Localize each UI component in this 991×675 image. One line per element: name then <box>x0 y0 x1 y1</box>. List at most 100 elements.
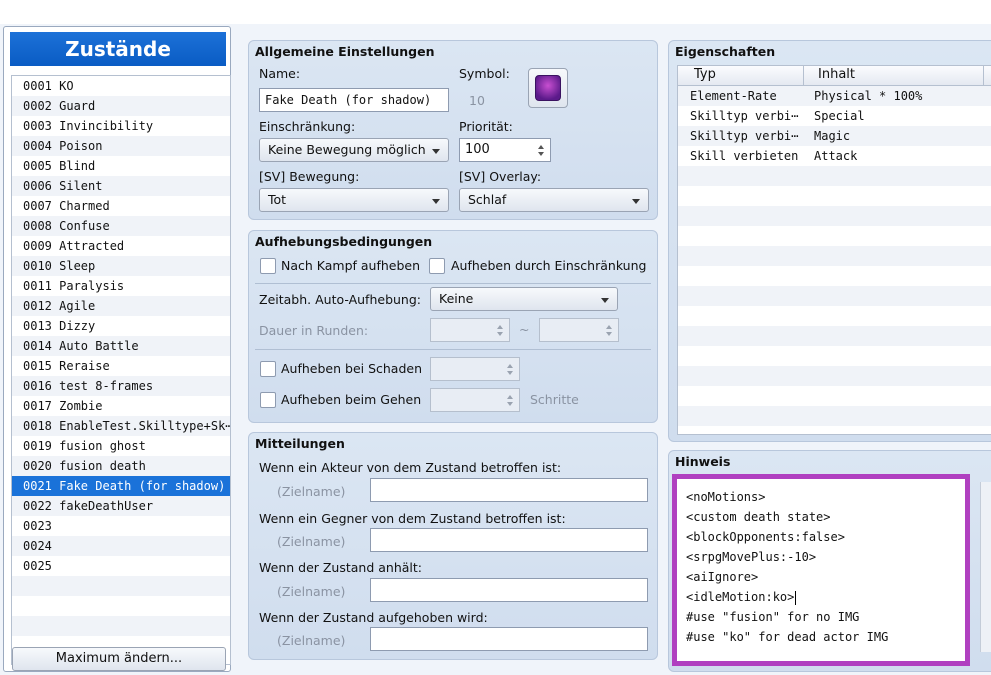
state-list-item[interactable]: 0013 Dizzy <box>12 316 230 336</box>
remove-by-damage-checkbox[interactable] <box>260 361 276 377</box>
remove-by-walking-checkbox[interactable] <box>260 392 276 408</box>
walking-steps-stepper[interactable] <box>430 388 520 412</box>
priority-value: 100 <box>465 142 490 157</box>
stepper-up-icon <box>507 364 513 368</box>
remove-after-battle-label[interactable]: Nach Kampf aufheben <box>281 258 420 273</box>
table-row[interactable] <box>678 286 991 306</box>
trait-type-cell: Skill verbieten <box>690 149 799 163</box>
state-list-item[interactable]: 0018 EnableTest.Skilltype+Sk⋯ <box>12 416 230 436</box>
table-row[interactable]: Skill verbieten Attack <box>678 146 991 166</box>
trait-type-cell: Skilltyp verbi⋯ <box>690 109 799 123</box>
sv-overlay-select[interactable]: Schlaf <box>459 188 649 212</box>
table-row[interactable]: Skilltyp verbi⋯ Magic <box>678 126 991 146</box>
table-row[interactable] <box>678 206 991 226</box>
traits-title: Eigenschaften <box>675 44 776 59</box>
sv-overlay-label: [SV] Overlay: <box>459 169 542 184</box>
note-scrollbar[interactable] <box>980 482 991 652</box>
stepper-up-icon[interactable] <box>538 145 544 149</box>
state-list-item[interactable] <box>12 596 230 616</box>
restriction-select[interactable]: Keine Bewegung möglich <box>259 138 449 162</box>
general-settings-group: Allgemeine Einstellungen Name: Fake Deat… <box>248 40 658 220</box>
note-textarea[interactable]: <noMotions> <custom death state> <blockOpp… <box>672 474 970 666</box>
state-list-item[interactable]: 0022 fakeDeathUser <box>12 496 230 516</box>
symbol-picker-button[interactable] <box>528 68 568 108</box>
state-list-item[interactable]: 0004 Poison <box>12 136 230 156</box>
state-list-item[interactable]: 0003 Invincibility <box>12 116 230 136</box>
table-row[interactable] <box>678 346 991 366</box>
state-list-item[interactable]: 0006 Silent <box>12 176 230 196</box>
state-list-item[interactable] <box>12 616 230 636</box>
duration-max-stepper[interactable] <box>539 318 619 342</box>
stepper-down-icon[interactable] <box>538 152 544 156</box>
stepper-up-icon <box>507 395 513 399</box>
trait-content-cell: Attack <box>814 149 858 163</box>
trait-type-cell: Skilltyp verbi⋯ <box>690 129 799 143</box>
sv-motion-select[interactable]: Tot <box>259 188 449 212</box>
chevron-down-icon <box>601 298 609 303</box>
state-list-item[interactable]: 0023 <box>12 516 230 536</box>
table-row[interactable] <box>678 246 991 266</box>
state-list-item[interactable]: 0012 Agile <box>12 296 230 316</box>
duration-min-stepper[interactable] <box>430 318 510 342</box>
name-input[interactable]: Fake Death (for shadow) <box>259 88 449 112</box>
state-list-item[interactable] <box>12 576 230 596</box>
table-row[interactable] <box>678 226 991 246</box>
traits-table[interactable]: Typ Inhalt Element-Rate Physical * 100% Sk… <box>677 65 991 435</box>
persist-target-name-label: (Zielname) <box>277 584 346 599</box>
sv-motion-value: Tot <box>268 192 287 207</box>
column-type[interactable]: Typ <box>694 67 716 82</box>
chevron-down-icon <box>432 149 440 154</box>
table-row[interactable] <box>678 326 991 346</box>
state-list-item[interactable]: 0009 Attracted <box>12 236 230 256</box>
state-list-item[interactable]: 0011 Paralysis <box>12 276 230 296</box>
actor-message-input[interactable] <box>370 478 648 502</box>
priority-stepper[interactable]: 100 <box>459 138 551 162</box>
enemy-message-input[interactable] <box>370 528 648 552</box>
table-row[interactable] <box>678 366 991 386</box>
auto-removal-select[interactable]: Keine <box>430 287 618 311</box>
states-panel-title: Zustände <box>10 32 226 66</box>
state-list-item[interactable]: 0016 test 8-frames <box>12 376 230 396</box>
remove-by-damage-label[interactable]: Aufheben bei Schaden <box>281 361 422 376</box>
state-list-item[interactable]: 0015 Reraise <box>12 356 230 376</box>
state-list-item[interactable]: 0019 fusion ghost <box>12 436 230 456</box>
state-list-item[interactable]: 0020 fusion death <box>12 456 230 476</box>
table-row[interactable] <box>678 386 991 406</box>
table-row[interactable] <box>678 406 991 426</box>
restriction-label: Einschränkung: <box>259 119 356 134</box>
divider <box>255 283 651 284</box>
remove-by-restriction-label[interactable]: Aufheben durch Einschränkung <box>451 258 646 273</box>
state-list-item[interactable]: 0010 Sleep <box>12 256 230 276</box>
table-row[interactable] <box>678 166 991 186</box>
states-list[interactable]: 0001 KO 0002 Guard 0003 Invincibility 0004 … <box>11 75 231 665</box>
state-list-item[interactable]: 0002 Guard <box>12 96 230 116</box>
column-content[interactable]: Inhalt <box>818 67 855 82</box>
actor-target-name-label: (Zielname) <box>277 484 346 499</box>
table-row[interactable] <box>678 266 991 286</box>
note-title: Hinweis <box>675 454 731 469</box>
column-divider <box>803 66 804 86</box>
damage-percent-stepper[interactable] <box>430 357 520 381</box>
state-list-item[interactable]: 0007 Charmed <box>12 196 230 216</box>
remove-by-restriction-checkbox[interactable] <box>429 258 445 274</box>
remove-after-battle-checkbox[interactable] <box>260 258 276 274</box>
state-list-item[interactable]: 0017 Zombie <box>12 396 230 416</box>
state-list-item[interactable]: 0005 Blind <box>12 156 230 176</box>
remove-by-walking-label[interactable]: Aufheben beim Gehen <box>281 392 421 407</box>
removed-message-input[interactable] <box>370 627 648 651</box>
state-list-item[interactable]: 0014 Auto Battle <box>12 336 230 356</box>
sv-motion-label: [SV] Bewegung: <box>259 169 360 184</box>
state-list-item[interactable]: 0021 Fake Death (for shadow) <box>12 476 230 496</box>
change-maximum-button[interactable]: Maximum ändern... <box>12 647 226 671</box>
table-row[interactable]: Element-Rate Physical * 100% <box>678 86 991 106</box>
states-panel: Zustände 0001 KO 0002 Guard 0003 Invincibi… <box>3 26 231 672</box>
state-list-item[interactable]: 0001 KO <box>12 76 230 96</box>
table-row[interactable] <box>678 306 991 326</box>
state-list-item[interactable]: 0008 Confuse <box>12 216 230 236</box>
table-row[interactable] <box>678 186 991 206</box>
table-row[interactable]: Skilltyp verbi⋯ Special <box>678 106 991 126</box>
name-label: Name: <box>259 66 301 81</box>
state-list-item[interactable]: 0024 <box>12 536 230 556</box>
persist-message-input[interactable] <box>370 578 648 602</box>
state-list-item[interactable]: 0025 <box>12 556 230 576</box>
